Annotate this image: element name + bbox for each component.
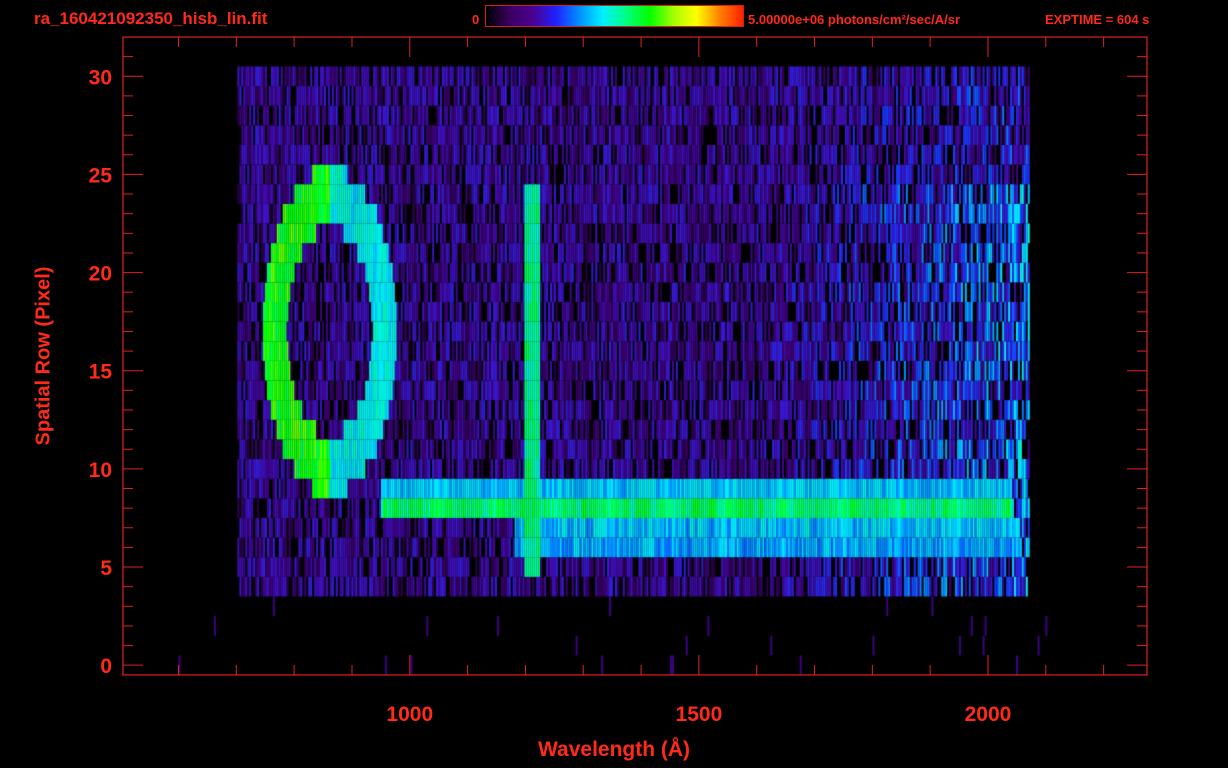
y-tick-label: 15 <box>89 361 113 384</box>
spectral-image-plot: 1000 1500 2000 0 5 10 15 20 25 30 <box>89 36 1148 726</box>
y-tick-label: 0 <box>100 655 112 678</box>
x-tick-label: 1000 <box>386 703 433 726</box>
y-tick-label: 10 <box>89 459 112 482</box>
heatmap-image <box>123 37 1147 675</box>
x-tick-label: 1500 <box>676 703 723 726</box>
y-tick-label: 30 <box>89 66 112 89</box>
y-tick-label: 25 <box>89 164 113 187</box>
y-tick-label: 5 <box>100 557 112 580</box>
x-tick-label: 2000 <box>965 703 1012 726</box>
y-tick-label: 20 <box>89 263 112 286</box>
x-axis-label: Wavelength (Å) <box>538 738 691 761</box>
y-axis-label: Spatial Row (Pixel) <box>32 266 55 446</box>
